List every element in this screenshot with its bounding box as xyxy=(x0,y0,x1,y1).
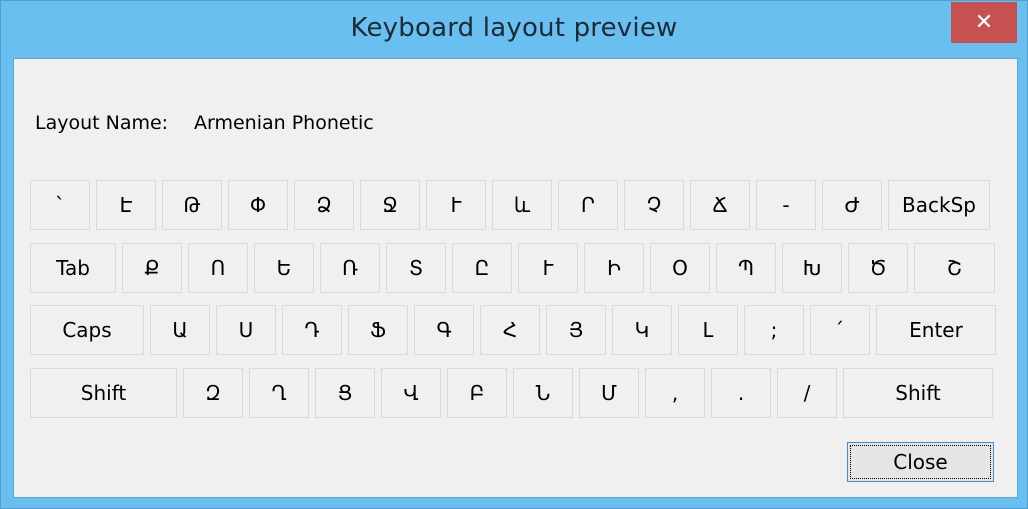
key-char[interactable]: Թ xyxy=(162,180,222,230)
key-char[interactable]: Ձ xyxy=(294,180,354,230)
key-char[interactable]: Ա xyxy=(150,305,210,355)
key-char[interactable]: Ռ xyxy=(320,243,380,293)
key-char[interactable]: Յ xyxy=(546,305,606,355)
key-caps[interactable]: Caps xyxy=(30,305,144,355)
key-char[interactable]: և xyxy=(492,180,552,230)
key-char[interactable]: ` xyxy=(30,180,90,230)
key-char[interactable]: Կ xyxy=(612,305,672,355)
key-char[interactable]: Գ xyxy=(414,305,474,355)
key-shift[interactable]: Shift xyxy=(843,368,993,418)
key-char[interactable]: Մ xyxy=(579,368,639,418)
key-char[interactable]: Զ xyxy=(183,368,243,418)
key-char[interactable]: Լ xyxy=(678,305,738,355)
layout-name-value: Armenian Phonetic xyxy=(194,112,374,134)
key-char[interactable]: Ց xyxy=(315,368,375,418)
window-title: Keyboard layout preview xyxy=(350,13,678,43)
key-shift[interactable]: Shift xyxy=(30,368,177,418)
key-char[interactable]: Խ xyxy=(782,243,842,293)
dialog-client-area: Layout Name: Armenian Phonetic ` Է Թ Փ Ձ Ջ Ւև Ր… xyxy=(13,58,1018,498)
key-char[interactable]: Ժ xyxy=(822,180,882,230)
key-char[interactable]: / xyxy=(777,368,837,418)
key-char[interactable]: Է xyxy=(96,180,156,230)
key-char[interactable]: Բ xyxy=(447,368,507,418)
key-char[interactable]: - xyxy=(756,180,816,230)
key-char[interactable]: Օ xyxy=(650,243,710,293)
key-char[interactable]: Հ xyxy=(480,305,540,355)
key-char[interactable]: Չ xyxy=(624,180,684,230)
close-icon: ✕ xyxy=(974,10,994,35)
close-button[interactable]: Close xyxy=(847,442,994,482)
key-char[interactable]: Ղ xyxy=(249,368,309,418)
key-char[interactable]: Ր xyxy=(558,180,618,230)
key-char[interactable]: Պ xyxy=(716,243,776,293)
key-char[interactable]: Ո xyxy=(188,243,248,293)
key-char[interactable]: Ս xyxy=(216,305,276,355)
key-char[interactable]: ՛ xyxy=(810,305,870,355)
key-char[interactable]: , xyxy=(645,368,705,418)
key-char[interactable]: Ը xyxy=(452,243,512,293)
key-char[interactable]: Ք xyxy=(122,243,182,293)
key-char[interactable]: Փ xyxy=(228,180,288,230)
key-enter[interactable]: Enter xyxy=(876,305,996,355)
key-tab[interactable]: Tab xyxy=(30,243,116,293)
window-close-button[interactable]: ✕ xyxy=(951,2,1017,43)
dialog-window: Keyboard layout preview ✕ Layout Name: A… xyxy=(0,0,1028,509)
key-char[interactable]: Ֆ xyxy=(348,305,408,355)
key-char[interactable]: Ի xyxy=(584,243,644,293)
key-char[interactable]: Վ xyxy=(381,368,441,418)
key-char[interactable]: Տ xyxy=(386,243,446,293)
key-char[interactable]: Ն xyxy=(513,368,573,418)
layout-name-label: Layout Name: xyxy=(35,112,169,134)
key-char[interactable]: ; xyxy=(744,305,804,355)
key-char[interactable]: Ւ xyxy=(426,180,486,230)
key-backsp[interactable]: BackSp xyxy=(888,180,990,230)
key-char[interactable]: Ւ xyxy=(518,243,578,293)
key-char[interactable]: Ծ xyxy=(848,243,908,293)
key-char[interactable]: Ճ xyxy=(690,180,750,230)
key-char[interactable]: Ե xyxy=(254,243,314,293)
key-char[interactable]: Ջ xyxy=(360,180,420,230)
key-char[interactable]: Շ xyxy=(914,243,995,293)
key-char[interactable]: . xyxy=(711,368,771,418)
key-char[interactable]: Դ xyxy=(282,305,342,355)
